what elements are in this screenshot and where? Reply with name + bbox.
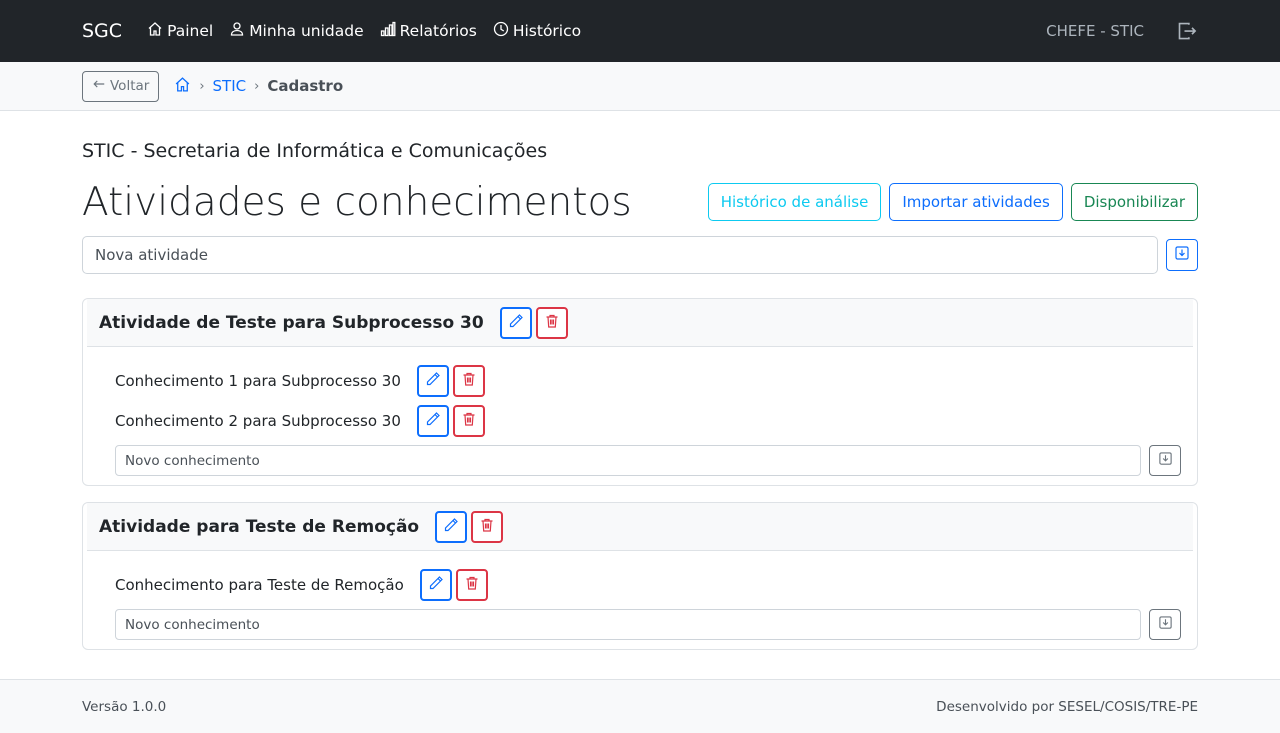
new-activity-input[interactable]: Nova atividade bbox=[82, 236, 1158, 274]
activity-card-body: Conhecimento para Teste de Remoção Novo … bbox=[83, 551, 1197, 649]
breadcrumb-current: Cadastro bbox=[267, 77, 344, 95]
nav-link-label: Relatórios bbox=[399, 22, 477, 40]
activity-title: Atividade de Teste para Subprocesso 30 bbox=[99, 312, 484, 333]
page-footer: Versão 1.0.0 Desenvolvido por SESEL/COSI… bbox=[0, 679, 1280, 733]
trash-icon bbox=[461, 371, 477, 391]
page-title: Atividades e conhecimentos bbox=[82, 179, 632, 225]
activity-title: Atividade para Teste de Remoção bbox=[99, 516, 420, 537]
activity-card-header: Atividade para Teste de Remoção bbox=[87, 503, 1193, 551]
person-icon bbox=[229, 21, 245, 41]
import-activities-button[interactable]: Importar atividades bbox=[889, 183, 1063, 221]
new-knowledge-input[interactable]: Novo conhecimento bbox=[115, 609, 1141, 640]
delete-activity-button[interactable] bbox=[535, 306, 568, 339]
user-profile-label[interactable]: CHEFE - STIC bbox=[1046, 22, 1144, 40]
edit-knowledge-button[interactable] bbox=[419, 569, 452, 601]
breadcrumb: › STIC › Cadastro bbox=[174, 76, 343, 97]
nav-link-relatorios[interactable]: Relatórios bbox=[380, 21, 477, 41]
activity-card-body: Conhecimento 1 para Subprocesso 30 Conhe… bbox=[83, 347, 1197, 485]
nav-link-label: Painel bbox=[167, 22, 214, 40]
new-knowledge-row: Novo conhecimento bbox=[115, 445, 1181, 476]
add-activity-button[interactable] bbox=[1166, 239, 1198, 271]
breadcrumb-separator: › bbox=[199, 78, 205, 94]
version-label: Versão 1.0.0 bbox=[82, 698, 167, 715]
save-download-icon bbox=[1158, 615, 1173, 634]
nav-link-historico[interactable]: Histórico bbox=[493, 21, 581, 41]
back-button-label: Voltar bbox=[110, 78, 150, 94]
clock-icon bbox=[493, 21, 509, 41]
activity-card-header: Atividade de Teste para Subprocesso 30 bbox=[87, 299, 1193, 347]
save-download-icon bbox=[1174, 245, 1190, 265]
top-navbar: SGC Painel Minha unidade Relatórios Hist… bbox=[0, 0, 1280, 62]
pencil-icon bbox=[508, 313, 524, 333]
new-knowledge-row: Novo conhecimento bbox=[115, 609, 1181, 640]
edit-knowledge-button[interactable] bbox=[416, 405, 449, 437]
title-actions: Histórico de análise Importar atividades… bbox=[707, 183, 1198, 221]
pencil-icon bbox=[443, 517, 459, 537]
delete-knowledge-button[interactable] bbox=[455, 569, 488, 601]
breadcrumb-separator: › bbox=[254, 78, 260, 94]
title-row: Atividades e conhecimentos Histórico de … bbox=[82, 173, 1198, 231]
credits-label: Desenvolvido por SESEL/COSIS/TRE-PE bbox=[936, 698, 1198, 715]
trash-icon bbox=[544, 313, 560, 333]
nav-link-label: Minha unidade bbox=[249, 22, 364, 40]
delete-knowledge-button[interactable] bbox=[452, 365, 485, 397]
trash-icon bbox=[479, 517, 495, 537]
knowledge-label: Conhecimento para Teste de Remoção bbox=[115, 576, 404, 594]
trash-icon bbox=[464, 575, 480, 595]
nav-link-painel[interactable]: Painel bbox=[147, 21, 213, 41]
breadcrumb-link-stic[interactable]: STIC bbox=[213, 77, 247, 95]
knowledge-row: Conhecimento para Teste de Remoção bbox=[115, 565, 1181, 605]
trash-icon bbox=[461, 411, 477, 431]
home-icon[interactable] bbox=[174, 76, 191, 97]
arrow-left-icon bbox=[92, 77, 106, 95]
knowledge-row: Conhecimento 1 para Subprocesso 30 bbox=[115, 361, 1181, 401]
house-icon bbox=[147, 21, 163, 41]
pencil-icon bbox=[425, 371, 441, 391]
history-analysis-button[interactable]: Histórico de análise bbox=[707, 183, 882, 221]
new-knowledge-input[interactable]: Novo conhecimento bbox=[115, 445, 1141, 476]
knowledge-label: Conhecimento 2 para Subprocesso 30 bbox=[115, 412, 401, 430]
brand-logo[interactable]: SGC bbox=[82, 20, 122, 42]
knowledge-row: Conhecimento 2 para Subprocesso 30 bbox=[115, 401, 1181, 441]
edit-activity-button[interactable] bbox=[435, 510, 468, 543]
unit-name: STIC - Secretaria de Informática e Comun… bbox=[82, 140, 548, 162]
nav-link-label: Histórico bbox=[512, 22, 582, 40]
delete-knowledge-button[interactable] bbox=[452, 405, 485, 437]
add-knowledge-button[interactable] bbox=[1149, 445, 1181, 476]
activity-card: Atividade de Teste para Subprocesso 30 C… bbox=[82, 298, 1198, 486]
pencil-icon bbox=[428, 575, 444, 595]
breadcrumb-bar: Voltar › STIC › Cadastro bbox=[0, 62, 1280, 111]
edit-knowledge-button[interactable] bbox=[416, 365, 449, 397]
publish-button[interactable]: Disponibilizar bbox=[1070, 183, 1198, 221]
add-knowledge-button[interactable] bbox=[1149, 609, 1181, 640]
back-button[interactable]: Voltar bbox=[82, 70, 160, 102]
bar-chart-icon bbox=[380, 21, 396, 41]
box-arrow-right-icon[interactable] bbox=[1176, 20, 1198, 42]
nav-link-minha-unidade[interactable]: Minha unidade bbox=[229, 21, 364, 41]
new-activity-row: Nova atividade bbox=[82, 236, 1198, 274]
edit-activity-button[interactable] bbox=[499, 306, 532, 339]
main-content: STIC - Secretaria de Informática e Comun… bbox=[0, 140, 1280, 650]
activity-card: Atividade para Teste de Remoção Conhecim… bbox=[82, 502, 1198, 650]
save-download-icon bbox=[1158, 451, 1173, 470]
pencil-icon bbox=[425, 411, 441, 431]
delete-activity-button[interactable] bbox=[471, 510, 504, 543]
knowledge-label: Conhecimento 1 para Subprocesso 30 bbox=[115, 372, 401, 390]
